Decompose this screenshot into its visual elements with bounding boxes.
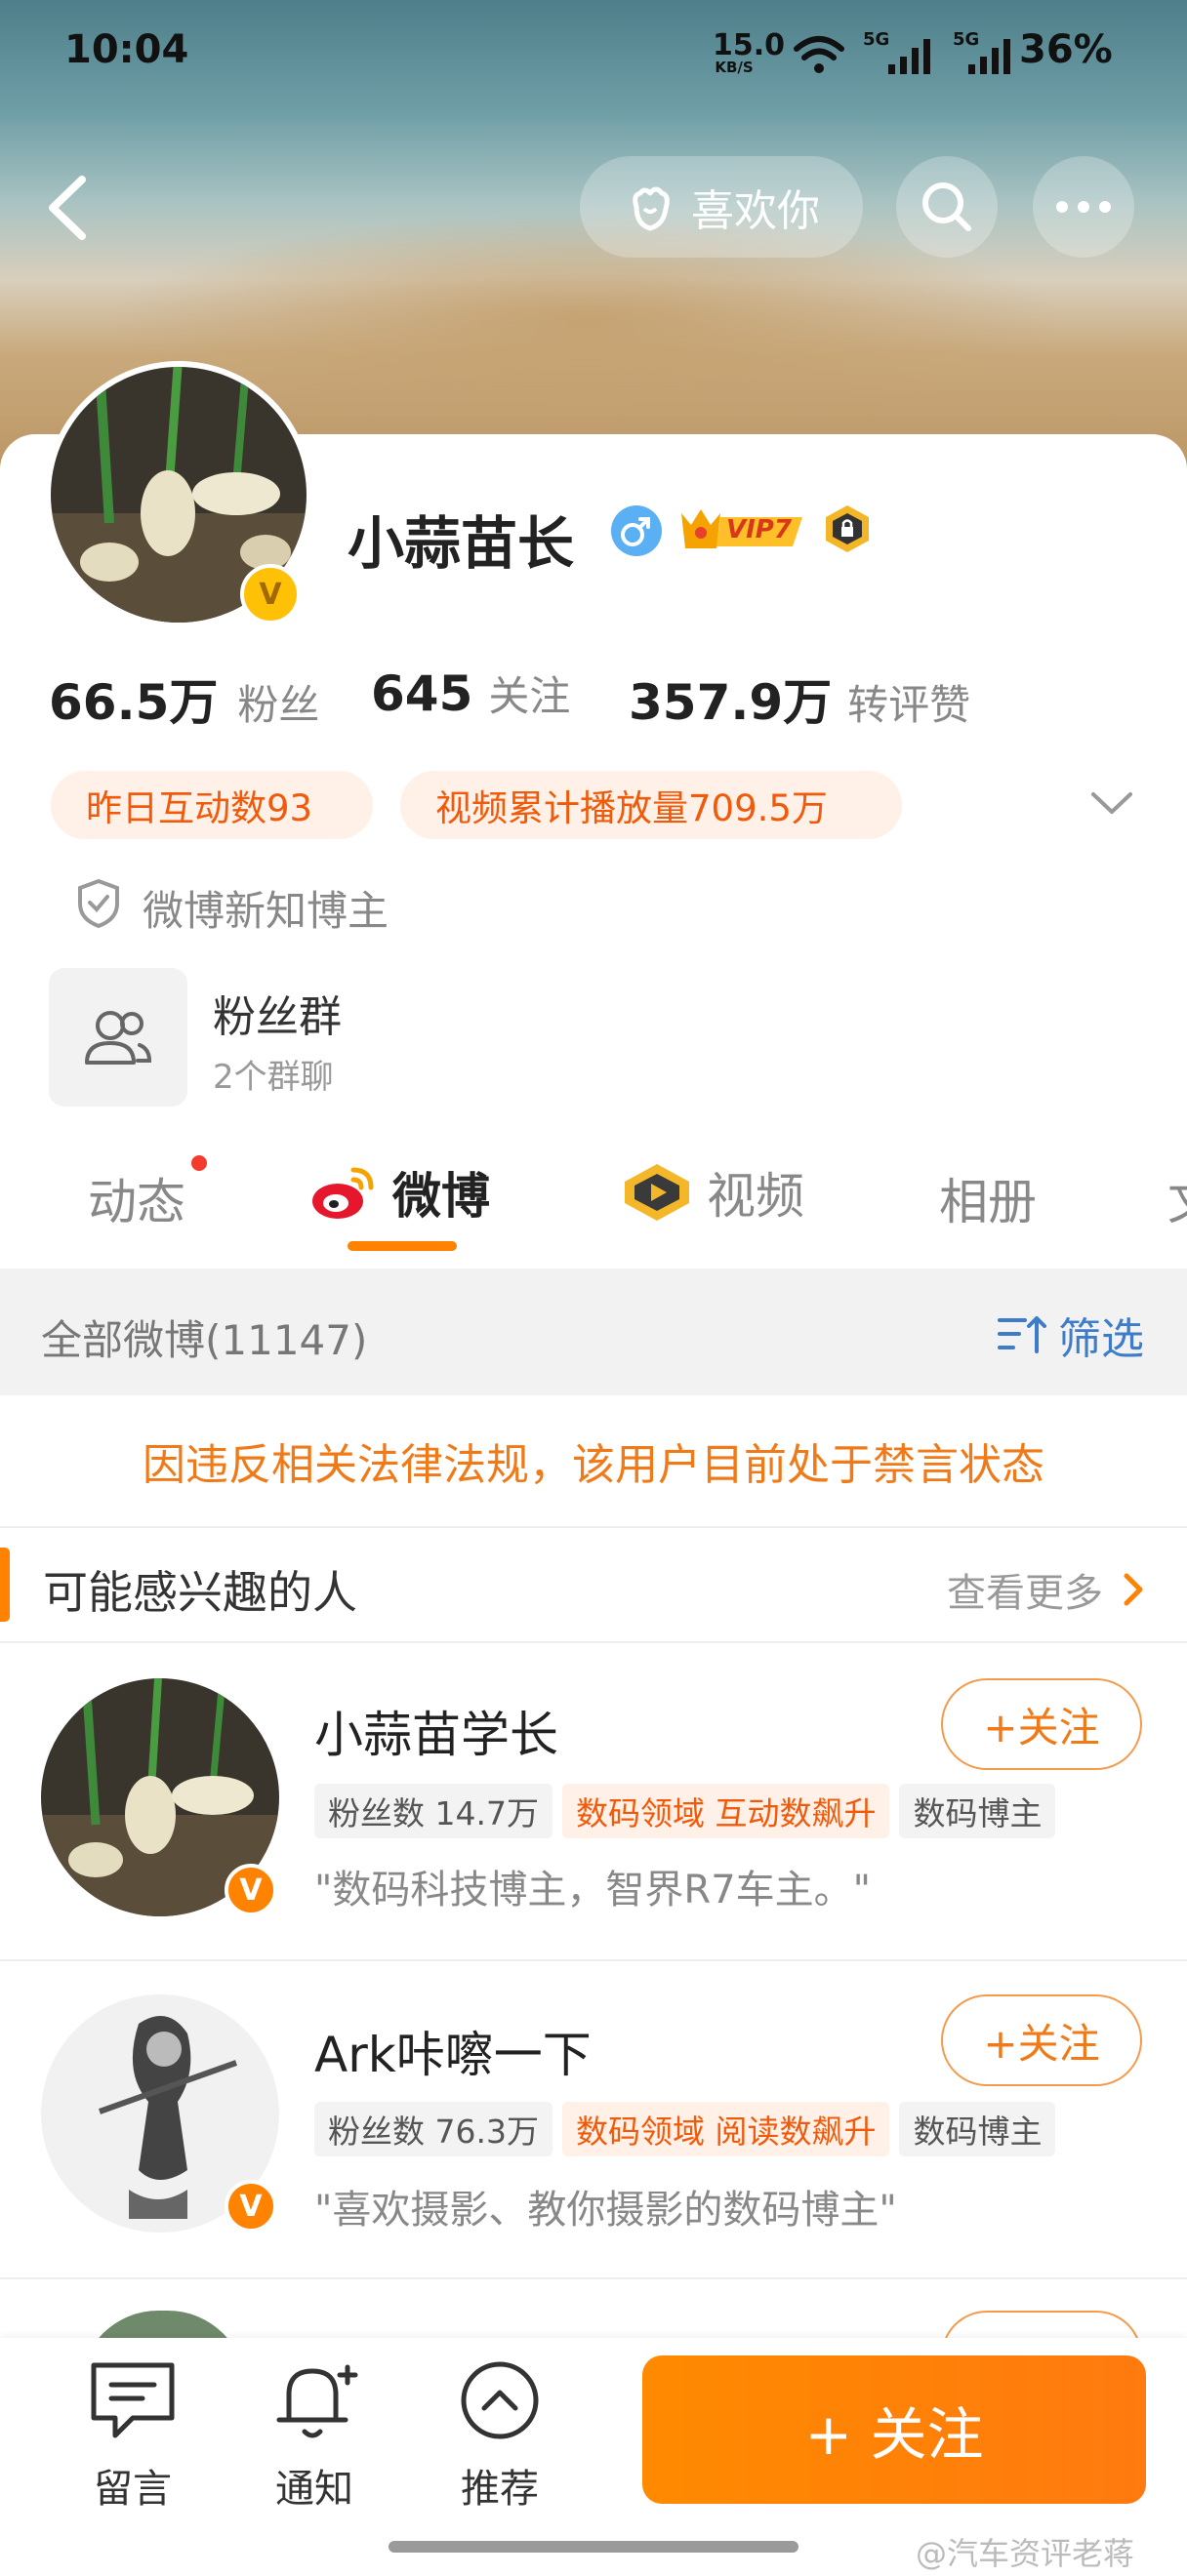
filter-button[interactable]: 筛选 — [998, 1304, 1144, 1366]
more-options-button[interactable] — [1033, 156, 1134, 258]
more-dots-icon — [1056, 201, 1111, 213]
see-more-link[interactable]: 查看更多 — [947, 1561, 1148, 1618]
tab-video[interactable]: 视频 — [621, 1157, 804, 1228]
fan-group-thumb — [49, 968, 187, 1107]
profile-name: 小蒜苗长 — [348, 510, 575, 577]
chevron-down-icon[interactable] — [1089, 788, 1134, 818]
search-button[interactable] — [896, 156, 998, 258]
male-gender-icon — [611, 505, 662, 556]
follow-main-button[interactable]: + 关注 — [642, 2355, 1146, 2504]
divider — [0, 2277, 1187, 2279]
active-tab-indicator — [348, 1241, 457, 1251]
tab-activity[interactable]: 动态 — [88, 1163, 185, 1233]
search-icon — [922, 182, 971, 231]
video-badge-icon — [625, 1164, 689, 1221]
pill-video-views[interactable]: 视频累计播放量709.5万 — [400, 771, 902, 839]
signal-icon-2 — [968, 39, 1010, 74]
hand-heart-icon — [633, 186, 670, 231]
fans-count-tag: 粉丝数 76.3万 — [314, 2102, 553, 2156]
recommend-user-item[interactable]: V Ark咔嚓一下 粉丝数 76.3万 数码领域 阅读数飙升 数码博主 "喜欢摄… — [0, 1961, 1187, 2277]
stat-following[interactable]: 645 关注 — [371, 664, 570, 723]
vip-badge-icon: VIP7 — [677, 503, 806, 556]
unread-dot — [191, 1155, 207, 1171]
divider — [0, 1526, 1187, 1528]
recommend-user-item[interactable]: V 小蒜苗学长 粉丝数 14.7万 数码领域 互动数飙升 数码博主 "数码科技博… — [0, 1643, 1187, 1959]
user-bio: "喜欢摄影、教你摄影的数码博主" — [314, 2188, 897, 2233]
bell-icon — [276, 2364, 358, 2438]
back-arrow-icon[interactable] — [39, 174, 98, 242]
tab-weibo[interactable]: 微博 — [310, 1157, 490, 1228]
stat-reposts-comments-likes[interactable]: 357.9万 转评赞 — [629, 664, 970, 734]
yellow-verified-badge-icon: V — [240, 564, 301, 624]
shield-icon — [78, 878, 119, 929]
fan-group-title: 粉丝群 — [213, 992, 342, 1042]
category-tag: 数码博主 — [899, 2102, 1056, 2156]
recommend-title: 可能感兴趣的人 — [43, 1566, 357, 1619]
trend-tag: 数码领域 互动数飙升 — [561, 1784, 890, 1838]
watermark: @汽车资评老蒋 — [916, 2535, 1135, 2572]
user-tags: 粉丝数 14.7万 数码领域 互动数飙升 数码博主 — [314, 1784, 1056, 1838]
tab-article[interactable]: 文 — [1167, 1163, 1187, 1233]
home-indicator — [389, 2541, 798, 2553]
chevron-right-icon — [1124, 1573, 1143, 1606]
follow-button[interactable]: +关注 — [941, 1678, 1142, 1770]
fan-group-row[interactable]: 粉丝群 2个群聊 — [45, 968, 1119, 1107]
battery-level: 36% — [1019, 27, 1113, 72]
ban-notice: 因违反相关法律法规，该用户目前处于禁言状态 — [143, 1440, 1044, 1490]
filter-sort-icon — [998, 1316, 1046, 1353]
medal-badge-icon — [826, 505, 869, 552]
network-speed: 15.0 KB/S — [713, 28, 786, 76]
message-button[interactable]: 留言 — [74, 2359, 191, 2516]
chevron-up-circle-icon — [461, 2361, 539, 2439]
certification-text: 微博新知博主 — [143, 887, 389, 935]
trend-tag: 数码领域 阅读数飙升 — [561, 2102, 890, 2156]
status-time: 10:04 — [64, 27, 189, 72]
recommend-button[interactable]: 推荐 — [441, 2359, 558, 2516]
feed-filter-title: 全部微博(11147) — [41, 1316, 368, 1364]
fan-group-subtitle: 2个群聊 — [213, 1058, 334, 1097]
user-name: Ark咔嚓一下 — [314, 2027, 592, 2083]
group-users-icon — [85, 1011, 152, 1065]
user-tags: 粉丝数 76.3万 数码领域 阅读数飙升 数码博主 — [314, 2102, 1056, 2156]
pill-yesterday-interactions[interactable]: 昨日互动数93 — [51, 771, 373, 839]
wifi-icon — [794, 36, 844, 73]
user-name: 小蒜苗学长 — [314, 1707, 558, 1763]
notification-button[interactable]: 通知 — [256, 2359, 373, 2516]
orange-verified-badge-icon: V — [225, 2180, 277, 2233]
message-icon — [91, 2362, 175, 2438]
signal-icon-1 — [888, 39, 930, 74]
like-you-button[interactable]: 喜欢你 — [580, 156, 863, 258]
tab-album[interactable]: 相册 — [939, 1163, 1037, 1233]
weibo-logo-icon — [312, 1167, 374, 1219]
follow-button[interactable]: +关注 — [941, 1994, 1142, 2086]
orange-verified-badge-icon: V — [225, 1864, 277, 1916]
stat-fans[interactable]: 66.5万 粉丝 — [49, 664, 319, 734]
user-bio: "数码科技博主，智界R7车主。" — [314, 1868, 872, 1912]
section-accent-bar — [0, 1548, 10, 1622]
category-tag: 数码博主 — [899, 1784, 1056, 1838]
fans-count-tag: 粉丝数 14.7万 — [314, 1784, 553, 1838]
